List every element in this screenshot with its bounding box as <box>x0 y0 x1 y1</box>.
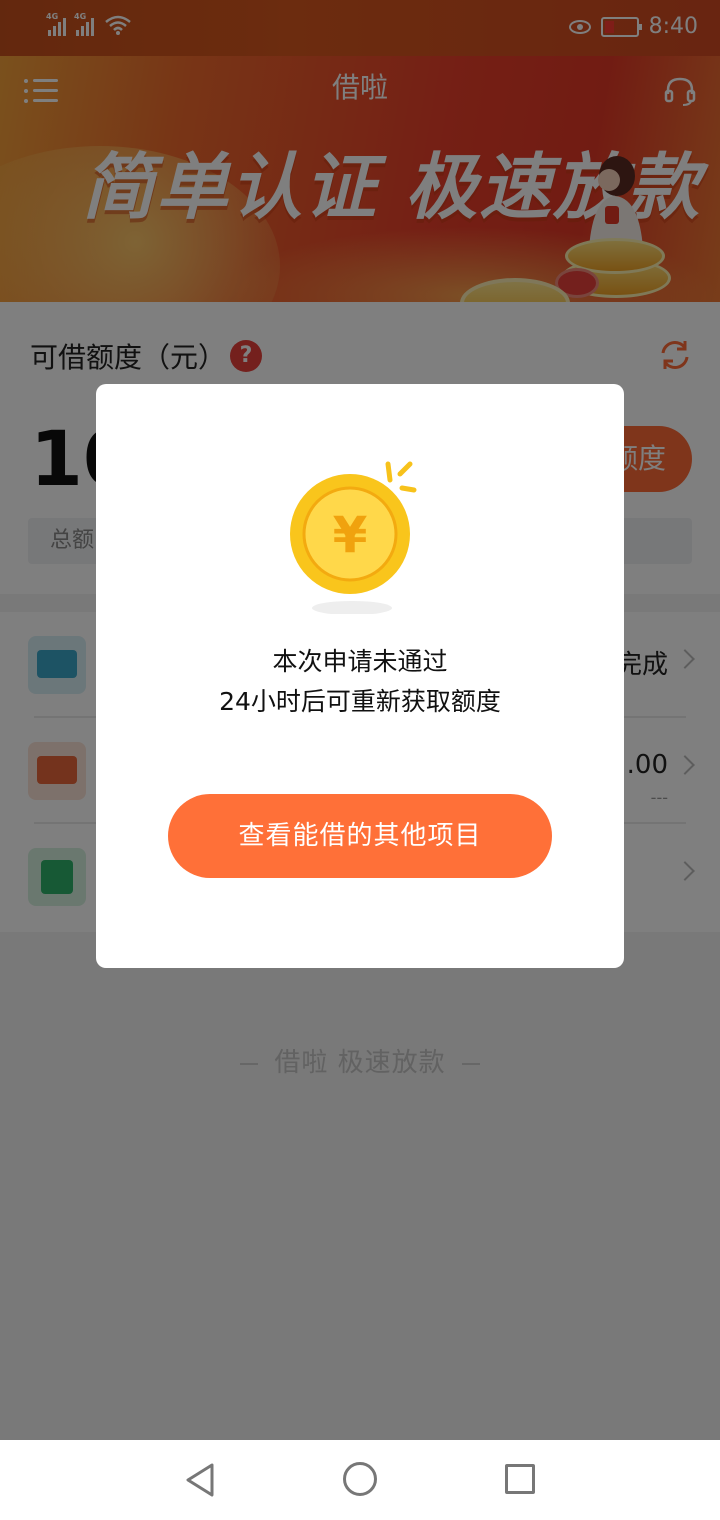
back-icon[interactable] <box>184 1462 216 1498</box>
yuan-coin-icon: ¥ <box>290 461 417 614</box>
system-nav-bar <box>0 1440 720 1520</box>
svg-text:¥: ¥ <box>333 506 368 564</box>
dialog-message-line2: 24小时后可重新获取额度 <box>219 687 501 716</box>
view-other-projects-button[interactable]: 查看能借的其他项目 <box>168 794 552 878</box>
home-icon[interactable] <box>343 1462 377 1496</box>
dialog-message-line1: 本次申请未通过 <box>272 647 448 676</box>
recent-apps-icon[interactable] <box>505 1464 535 1494</box>
rejection-dialog: ¥ 本次申请未通过 24小时后可重新获取额度 查看能借的其他项目 <box>96 384 624 968</box>
